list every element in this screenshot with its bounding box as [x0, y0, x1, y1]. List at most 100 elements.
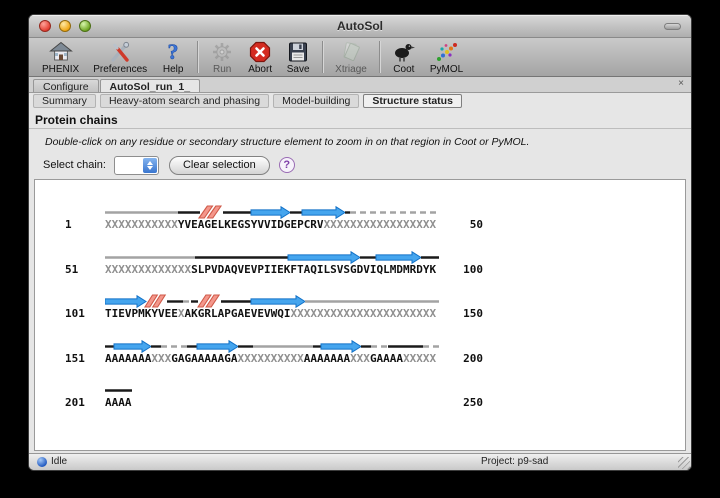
help-question-icon: ? [161, 40, 185, 64]
unmodeled-sequence-segment[interactable]: XXXXXXXXXXXXX [105, 263, 191, 276]
coot-toolbar-button[interactable]: Coot [385, 39, 423, 75]
result-tab-bar: Summary Heavy-atom search and phasing Mode… [29, 93, 691, 109]
tab-configure[interactable]: Configure [33, 79, 99, 92]
modeled-sequence-segment[interactable]: TIEVPMKYVEE [105, 307, 178, 320]
structure-track[interactable] [105, 205, 439, 219]
structure-track[interactable] [105, 339, 439, 353]
sequence-row: 51XXXXXXXXXXXXXSLPVDAQVEVPIIEKFTAQILSVSG… [35, 250, 685, 282]
modeled-sequence-segment[interactable]: AAAA [105, 396, 132, 409]
preferences-toolbar-button[interactable]: Preferences [86, 39, 154, 75]
toolbar: PHENIX Preferences?Help Run Abort Save Xtriag… [29, 38, 691, 77]
modeled-sequence-segment[interactable]: AAAAAAA [304, 352, 350, 365]
modeled-sequence-segment[interactable]: AKGRLAPGAEVEVWQI [184, 307, 290, 320]
help-toolbar-button[interactable]: ?Help [154, 39, 192, 75]
unmodeled-sequence-segment[interactable]: XXXXXXXXXXXXXXXXXXXXXX [290, 307, 436, 320]
strand-arrow-glyph [288, 252, 360, 263]
save-toolbar-button[interactable]: Save [279, 39, 317, 75]
help-circle-button[interactable]: ? [279, 157, 295, 173]
toolbar-button-label: Run [213, 64, 231, 75]
structure-track-svg[interactable] [105, 339, 439, 353]
clear-selection-button[interactable]: Clear selection [169, 156, 270, 175]
phenix-toolbar-button[interactable]: PHENIX [35, 39, 86, 75]
unmodeled-sequence-segment[interactable]: XXXXXXXXXX [237, 352, 303, 365]
sequence-row: 151AAAAAAAXXXGAGAAAAAGAXXXXXXXXXXAAAAAAA… [35, 339, 685, 371]
tab-model-building[interactable]: Model-building [273, 94, 359, 108]
structure-track[interactable] [105, 250, 439, 264]
structure-track-svg[interactable] [105, 250, 439, 264]
sequence-text[interactable]: TIEVPMKYVEEXAKGRLAPGAEVEVWQIXXXXXXXXXXXX… [105, 307, 436, 320]
abort-stop-icon [248, 40, 272, 64]
tab-structure-status[interactable]: Structure status [363, 94, 462, 108]
structure-track-svg[interactable] [105, 294, 439, 308]
modeled-sequence-segment[interactable]: AAAAAAA [105, 352, 151, 365]
pymol-icon [435, 40, 459, 64]
residue-number-end: 200 [445, 352, 483, 365]
title-bar: AutoSol [29, 15, 691, 38]
sequence-text[interactable]: AAAAAAAXXXGAGAAAAAGAXXXXXXXXXXAAAAAAAXXX… [105, 352, 436, 365]
project-label: Project: p9-sad [481, 456, 548, 467]
toolbar-button-label: PyMOL [430, 64, 463, 75]
strand-arrow-glyph [251, 296, 305, 307]
window-title: AutoSol [29, 19, 691, 33]
sequence-text[interactable]: XXXXXXXXXXXYVEAGELKEGSYVVIDGEPCRVXXXXXXX… [105, 218, 436, 231]
toolbar-button-label: PHENIX [42, 64, 79, 75]
tab-autosol-run-1-[interactable]: AutoSol_run_1_ [100, 79, 201, 92]
structure-track[interactable] [105, 294, 439, 308]
unmodeled-sequence-segment[interactable]: XXXXX [403, 352, 436, 365]
run-gear-icon [210, 40, 234, 64]
phenix-home-icon [49, 40, 73, 64]
strand-arrow-glyph [302, 207, 345, 218]
residue-number-end: 50 [445, 218, 483, 231]
xtriage-toolbar-button[interactable]: Xtriage [328, 39, 374, 75]
strand-arrow-glyph [376, 252, 421, 263]
modeled-sequence-segment[interactable]: SLPVDAQVEVPIIEKFTAQILSVSGDVIQLMDMRDYK [191, 263, 436, 276]
chain-select-dropdown[interactable] [114, 156, 159, 175]
structure-track-svg[interactable] [105, 205, 439, 219]
strand-arrow-glyph [321, 341, 361, 352]
structure-track-svg[interactable] [105, 383, 439, 397]
unmodeled-sequence-segment[interactable]: XXXXXXXXXXX [105, 218, 178, 231]
toolbar-separator [379, 41, 380, 73]
toolbar-toggle-button[interactable] [664, 23, 681, 30]
strand-arrow-glyph [105, 296, 146, 307]
dropdown-stepper-icon[interactable] [143, 158, 157, 173]
autosol-window: AutoSol PHENIXPreferences?HelpRunAbortSa… [28, 14, 692, 471]
toolbar-button-label: Save [287, 64, 310, 75]
residue-number-start: 201 [65, 396, 93, 409]
toolbar-button-label: Abort [248, 64, 272, 75]
residue-number-start: 101 [65, 307, 93, 320]
modeled-sequence-segment[interactable]: GAAAA [370, 352, 403, 365]
sequence-row: 1 XXXXXXXXXXXYVEAGELKEGSYVVIDGEPCRVXXXXXX… [35, 205, 685, 237]
chain-controls: Select chain: Clear selection ? [43, 155, 691, 175]
unmodeled-sequence-segment[interactable]: XXXXXXXXXXXXXXXXX [324, 218, 437, 231]
sequence-text[interactable]: XXXXXXXXXXXXXSLPVDAQVEVPIIEKFTAQILSVSGDV… [105, 263, 436, 276]
desktop: { "window": { "title": "AutoSol" }, "too… [0, 0, 720, 498]
residue-number-end: 250 [445, 396, 483, 409]
status-text: Idle [51, 456, 67, 467]
page-title: Protein chains [29, 109, 691, 129]
residue-number-start: 151 [65, 352, 93, 365]
toolbar-separator [197, 41, 198, 73]
toolbar-button-label: Help [163, 64, 184, 75]
pymol-toolbar-button[interactable]: PyMOL [423, 39, 470, 75]
tab-heavy-atom-search-and-phasing[interactable]: Heavy-atom search and phasing [100, 94, 269, 108]
tab-summary[interactable]: Summary [33, 94, 96, 108]
close-tab-icon[interactable]: × [678, 78, 684, 90]
strand-arrow-glyph [251, 207, 290, 218]
abort-toolbar-button[interactable]: Abort [241, 39, 279, 75]
toolbar-button-label: Coot [393, 64, 414, 75]
sequence-text[interactable]: AAAA [105, 396, 132, 409]
strand-arrow-glyph [114, 341, 151, 352]
unmodeled-sequence-segment[interactable]: XXX [350, 352, 370, 365]
modeled-sequence-segment[interactable]: GAGAAAAAGA [171, 352, 237, 365]
run-toolbar-button[interactable]: Run [203, 39, 241, 75]
resize-grip[interactable] [678, 457, 690, 469]
structure-track[interactable] [105, 383, 439, 397]
residue-number-start: 1 [65, 218, 93, 231]
save-floppy-icon [286, 40, 310, 64]
modeled-sequence-segment[interactable]: YVEAGELKEGSYVVIDGEPCRV [178, 218, 324, 231]
run-tab-bar: ConfigureAutoSol_run_1_ × [29, 77, 691, 93]
unmodeled-sequence-segment[interactable]: XXX [151, 352, 171, 365]
select-chain-label: Select chain: [43, 159, 106, 171]
residue-number-end: 100 [445, 263, 483, 276]
